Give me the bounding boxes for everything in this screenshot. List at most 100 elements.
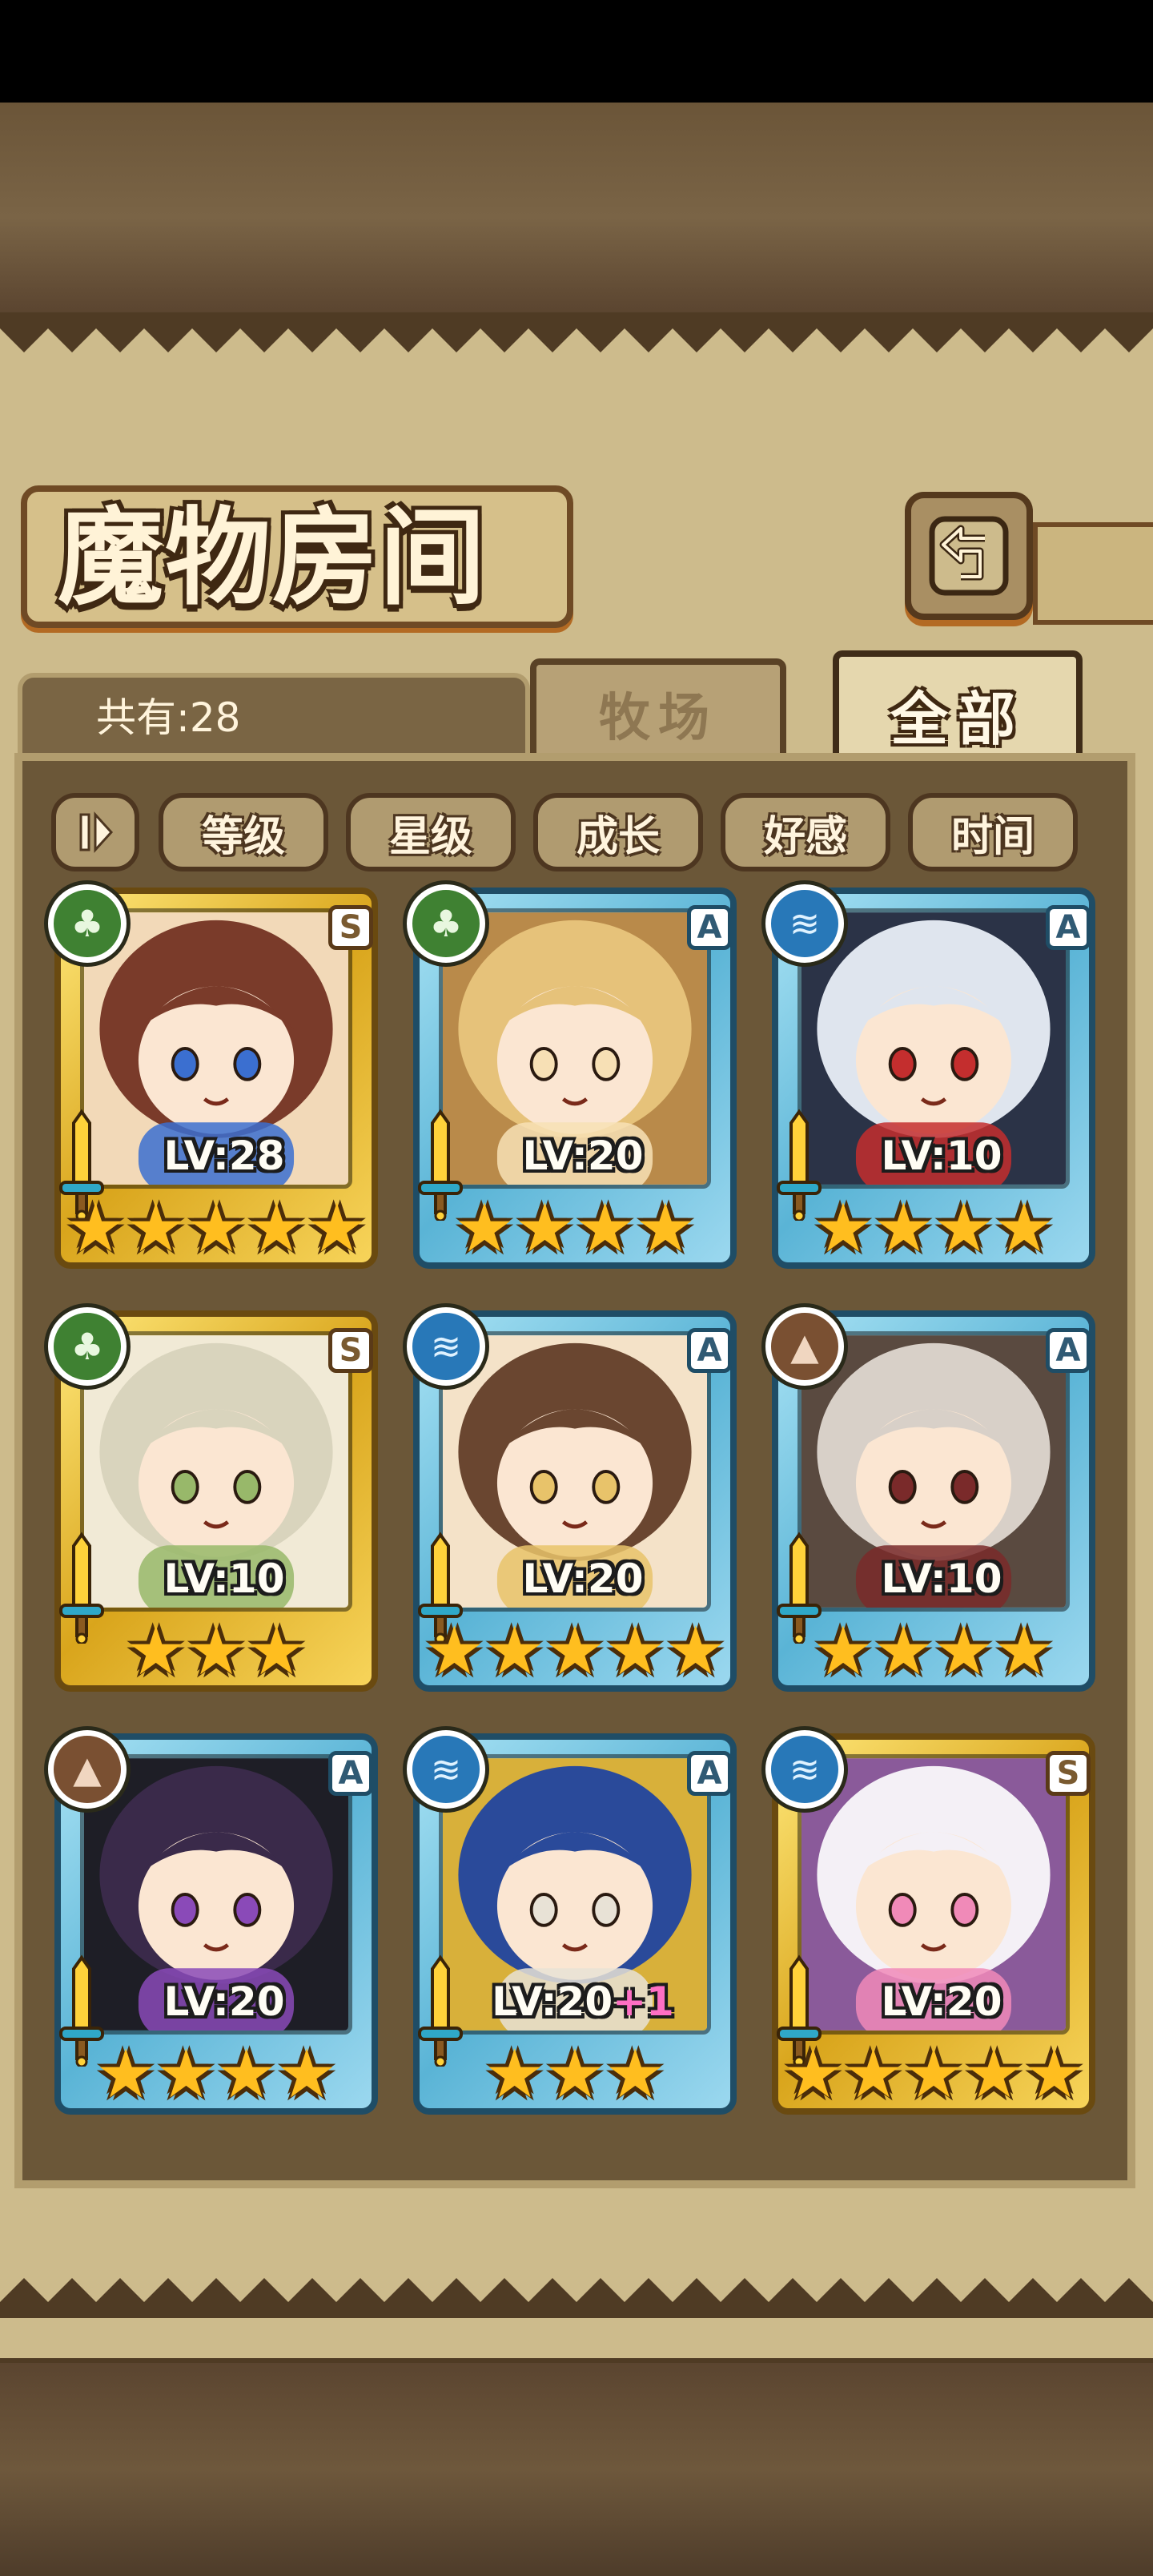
status-bar	[0, 0, 1153, 103]
earth-element-icon: ▲	[765, 1307, 844, 1386]
star-rating: ★ ★ ★ ★ ★	[66, 1189, 368, 1267]
level-label: LV:10	[120, 1551, 328, 1607]
level-label: LV:20	[838, 1974, 1046, 2030]
level-label: LV:28	[120, 1128, 328, 1184]
star-icon: ★	[484, 2035, 545, 2113]
star-icon: ★	[246, 1612, 307, 1690]
level-label: LV:20	[120, 1974, 328, 2030]
count-tab	[18, 673, 530, 761]
grass-element-icon: ♣	[48, 1307, 127, 1386]
star-icon: ★	[424, 1612, 485, 1690]
sort-by-affection-button[interactable]: 好感	[721, 793, 890, 871]
level-value: LV:28	[163, 1133, 285, 1179]
level-label: LV:20+1	[479, 1974, 687, 2030]
level-label: LV:20	[479, 1551, 687, 1607]
level-label: LV:10	[838, 1128, 1046, 1184]
monster-card[interactable]: ▲ A LV:20 ★ ★ ★ ★	[48, 1730, 384, 2123]
monster-card[interactable]: ≋ S LV:20 ★ ★ ★ ★ ★	[765, 1730, 1102, 2123]
water-element-icon: ≋	[765, 884, 844, 963]
star-rating: ★ ★ ★ ★	[88, 2038, 344, 2110]
monster-card[interactable]: ≋ A LV:20 ★ ★ ★ ★ ★	[407, 1307, 743, 1700]
star-icon: ★	[994, 1189, 1055, 1267]
monster-card[interactable]: ♣ S LV:28 ★ ★ ★ ★ ★	[48, 884, 384, 1277]
grade-badge: A	[1046, 905, 1091, 950]
sort-by-stars-button[interactable]: 星级	[346, 793, 516, 871]
star-icon: ★	[186, 1612, 247, 1690]
star-icon: ★	[514, 1189, 575, 1267]
star-icon: ★	[813, 1189, 874, 1267]
grade-badge: A	[1046, 1328, 1091, 1373]
monster-count-label: 共有:28	[96, 694, 241, 741]
level-value: LV:20	[522, 1133, 644, 1179]
star-icon: ★	[454, 1189, 515, 1267]
star-rating: ★ ★ ★ ★	[805, 1192, 1062, 1264]
back-button-strip	[1033, 522, 1153, 625]
grade-badge: A	[687, 905, 732, 950]
star-rating: ★ ★ ★ ★ ★	[424, 1612, 726, 1690]
sort-by-level-button[interactable]: 等级	[159, 793, 328, 871]
level-value: LV:10	[163, 1556, 285, 1602]
back-arrow-icon	[929, 516, 1009, 596]
grade-badge: S	[328, 905, 373, 950]
star-icon: ★	[216, 2035, 277, 2113]
level-value: LV:10	[881, 1556, 1002, 1602]
star-icon: ★	[813, 1612, 874, 1690]
star-icon: ★	[276, 2035, 337, 2113]
grade-badge: A	[687, 1751, 732, 1796]
star-icon: ★	[934, 1612, 994, 1690]
grade-badge: A	[687, 1328, 732, 1373]
monster-card[interactable]: ≋ A LV:20+1 ★ ★ ★	[407, 1730, 743, 2123]
water-element-icon: ≋	[407, 1307, 485, 1386]
star-icon: ★	[843, 2035, 904, 2113]
level-value: LV:10	[881, 1133, 1002, 1179]
star-icon: ★	[246, 1189, 307, 1267]
water-element-icon: ≋	[407, 1730, 485, 1809]
star-icon: ★	[155, 2035, 216, 2113]
star-icon: ★	[605, 1612, 665, 1690]
star-icon: ★	[903, 2035, 964, 2113]
level-value: LV:20	[163, 1978, 285, 2025]
star-icon: ★	[782, 2035, 844, 2113]
star-icon: ★	[873, 1612, 934, 1690]
star-icon: ★	[665, 1612, 726, 1690]
grass-element-icon: ♣	[48, 884, 127, 963]
level-label: LV:10	[838, 1551, 1046, 1607]
star-icon: ★	[126, 1189, 187, 1267]
level-value: LV:20	[881, 1978, 1002, 2025]
star-icon: ★	[994, 1612, 1055, 1690]
star-icon: ★	[484, 1612, 545, 1690]
level-bonus: +1	[613, 1978, 674, 2025]
grade-badge: A	[328, 1751, 373, 1796]
sort-order-button[interactable]	[51, 793, 139, 871]
star-icon: ★	[544, 2035, 605, 2113]
star-icon: ★	[126, 1612, 187, 1690]
grade-badge: S	[328, 1328, 373, 1373]
zigzag-border-top	[0, 312, 1153, 352]
map-background-bottom	[0, 2363, 1153, 2576]
sort-by-growth-button[interactable]: 成长	[533, 793, 703, 871]
monster-card[interactable]: ▲ A LV:10 ★ ★ ★ ★	[765, 1307, 1102, 1700]
grade-badge: S	[1046, 1751, 1091, 1796]
sort-by-time-button[interactable]: 时间	[908, 793, 1078, 871]
star-rating: ★ ★ ★	[447, 2038, 703, 2110]
star-icon: ★	[605, 2035, 665, 2113]
star-icon: ★	[306, 1189, 368, 1267]
back-button[interactable]	[905, 492, 1033, 620]
star-icon: ★	[1023, 2035, 1085, 2113]
earth-element-icon: ▲	[48, 1730, 127, 1809]
grass-element-icon: ♣	[407, 884, 485, 963]
star-icon: ★	[65, 1189, 127, 1267]
monster-card[interactable]: ≋ A LV:10 ★ ★ ★ ★	[765, 884, 1102, 1277]
page-title: 魔物房间	[58, 496, 487, 620]
star-icon: ★	[635, 1189, 696, 1267]
star-rating: ★ ★ ★ ★ ★	[783, 2035, 1085, 2113]
sort-order-icon	[79, 811, 114, 853]
star-rating: ★ ★ ★	[88, 1615, 344, 1687]
monster-card[interactable]: ♣ S LV:10 ★ ★ ★	[48, 1307, 384, 1700]
monster-card[interactable]: ♣ A LV:20 ★ ★ ★ ★	[407, 884, 743, 1277]
tab-ranch[interactable]: 牧场	[530, 658, 786, 763]
level-value: LV:20	[522, 1556, 644, 1602]
star-icon: ★	[186, 1189, 247, 1267]
star-icon: ★	[95, 2035, 156, 2113]
level-value: LV:20	[492, 1978, 613, 2025]
